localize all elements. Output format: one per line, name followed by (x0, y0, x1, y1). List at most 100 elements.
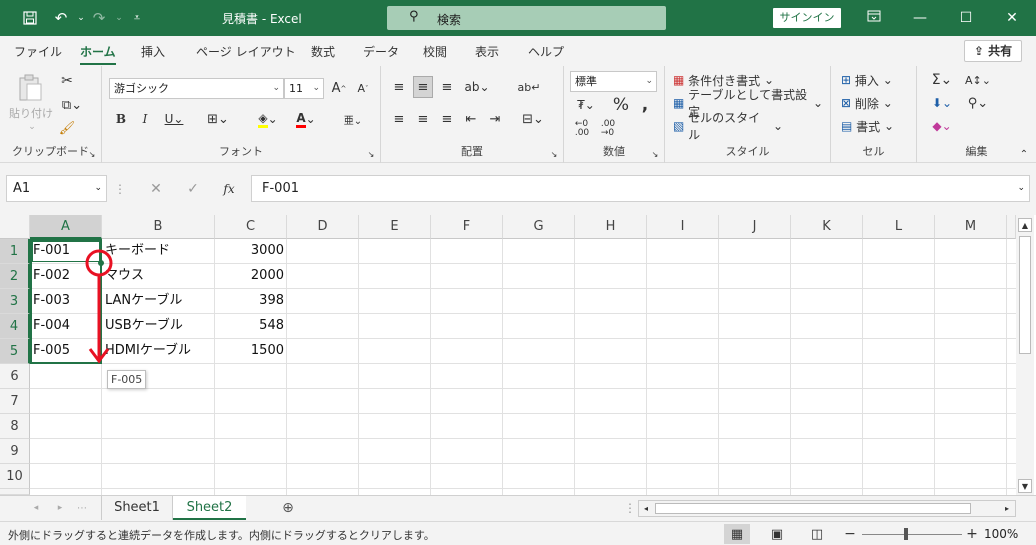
column-header-l[interactable]: L (863, 215, 935, 239)
fill-icon[interactable]: ⬇⌄ (927, 93, 957, 113)
cell-b3[interactable]: LANケーブル (102, 289, 215, 314)
column-header-m[interactable]: M (935, 215, 1007, 239)
cell-b1[interactable]: キーボード (102, 239, 215, 264)
number-format-combo[interactable]: 標準 ⌄ (570, 71, 657, 92)
customize-toolbar-icon[interactable]: ⩡ (126, 8, 148, 28)
row-header[interactable]: 2 (0, 264, 30, 289)
select-all-corner[interactable] (0, 215, 30, 239)
tab-help[interactable]: ヘルプ (528, 43, 564, 60)
font-launcher-icon[interactable]: ↘ (366, 149, 376, 159)
alignment-launcher-icon[interactable]: ↘ (549, 149, 559, 159)
bold-button[interactable]: B (111, 108, 131, 130)
row-header[interactable]: 9 (0, 439, 30, 464)
formula-input[interactable]: F-001 ⌄ (251, 175, 1030, 202)
tabs-more-icon[interactable]: ⋯ (77, 501, 87, 515)
zoom-in-icon[interactable]: + (966, 526, 978, 542)
scroll-down-icon[interactable]: ▼ (1018, 479, 1032, 493)
cancel-icon[interactable]: ✕ (146, 181, 166, 197)
tab-review[interactable]: 校閲 (423, 43, 447, 60)
vertical-scroll-thumb[interactable] (1019, 236, 1031, 354)
wrap-text-icon[interactable]: ab↵ (517, 76, 541, 98)
cell-c4[interactable]: 548 (215, 314, 287, 339)
column-header-c[interactable]: C (215, 215, 287, 239)
column-header-d[interactable]: D (287, 215, 359, 239)
save-icon[interactable] (19, 8, 41, 28)
align-middle-icon[interactable]: ≡ (413, 76, 433, 98)
row-header[interactable]: 8 (0, 414, 30, 439)
tab-data[interactable]: データ (363, 43, 399, 60)
column-header-j[interactable]: J (719, 215, 791, 239)
cell-c5[interactable]: 1500 (215, 339, 287, 364)
sheet-tab-sheet1[interactable]: Sheet1 (101, 496, 173, 520)
share-button[interactable]: ⇪ 共有 (964, 40, 1022, 62)
column-header-e[interactable]: E (359, 215, 431, 239)
cell-b5[interactable]: HDMIケーブル (102, 339, 215, 364)
decrease-decimal-icon[interactable]: .00 →0 (596, 118, 620, 140)
worksheet-grid[interactable]: A B C D E F G H I J K L M 1 2 3 4 5 6 7 … (0, 215, 1036, 495)
tab-insert[interactable]: 挿入 (141, 43, 165, 60)
column-header-b[interactable]: B (102, 215, 215, 239)
format-cells-button[interactable]: ▤ 書式 ⌄ (841, 116, 911, 136)
merge-center-icon[interactable]: ⊟⌄ (517, 108, 549, 130)
collapse-ribbon-icon[interactable]: ⌃ (1018, 148, 1030, 160)
italic-button[interactable]: I (135, 108, 155, 130)
page-break-view-icon[interactable]: ◫ (806, 524, 828, 544)
row-header[interactable]: 3 (0, 289, 30, 314)
increase-font-icon[interactable]: A ^ (329, 78, 349, 99)
row-header[interactable]: 10 (0, 464, 30, 489)
paste-dropdown-icon[interactable]: ⌄ (20, 121, 44, 133)
phonetic-icon[interactable]: 亜⌄ (338, 108, 368, 130)
maximize-icon[interactable]: ☐ (953, 8, 979, 28)
row-header[interactable]: 1 (0, 239, 30, 264)
align-top-icon[interactable]: ≡ (389, 76, 409, 98)
signin-button[interactable]: サインイン (773, 8, 841, 28)
number-launcher-icon[interactable]: ↘ (650, 149, 660, 159)
scroll-up-icon[interactable]: ▲ (1018, 218, 1032, 232)
row-header[interactable]: 5 (0, 339, 30, 364)
undo-icon[interactable]: ↶ (50, 8, 72, 28)
orientation-icon[interactable]: ab⌄ (462, 76, 492, 98)
clipboard-launcher-icon[interactable]: ↘ (87, 149, 97, 159)
align-bottom-icon[interactable]: ≡ (437, 76, 457, 98)
cell-c2[interactable]: 2000 (215, 264, 287, 289)
add-sheet-icon[interactable]: ⊕ (278, 499, 298, 517)
cell-c3[interactable]: 398 (215, 289, 287, 314)
cell-b4[interactable]: USBケーブル (102, 314, 215, 339)
cell-c1[interactable]: 3000 (215, 239, 287, 264)
currency-icon[interactable]: ₮⌄ (570, 94, 602, 116)
normal-view-icon[interactable]: ▦ (724, 524, 750, 544)
tab-home[interactable]: ホーム (80, 43, 116, 65)
scroll-tabs-left-icon[interactable]: ◂ (30, 501, 42, 515)
font-size-combo[interactable]: 11 ⌄ (284, 78, 324, 99)
enter-icon[interactable]: ✓ (183, 181, 203, 197)
underline-button[interactable]: U⌄ (159, 108, 189, 130)
name-box[interactable]: A1 ⌄ (6, 175, 107, 202)
insert-cells-button[interactable]: ⊞ 挿入 ⌄ (841, 70, 911, 90)
tab-view[interactable]: 表示 (475, 43, 499, 60)
cell-b2[interactable]: マウス (102, 264, 215, 289)
format-painter-icon[interactable]: 🖌 (57, 118, 77, 138)
minimize-icon[interactable]: — (907, 8, 933, 28)
vertical-scrollbar[interactable]: ▲ ▼ (1016, 215, 1034, 495)
search-box[interactable]: ⚲ 検索 (387, 6, 666, 30)
font-color-icon[interactable]: A ⌄ (289, 108, 323, 130)
clear-icon[interactable]: ◆⌄ (927, 116, 957, 136)
column-header-g[interactable]: G (503, 215, 575, 239)
column-header-h[interactable]: H (575, 215, 647, 239)
delete-cells-button[interactable]: ⊠ 削除 ⌄ (841, 93, 911, 113)
tab-file[interactable]: ファイル (14, 43, 62, 60)
drag-handle-icon[interactable]: ⋮ (114, 181, 126, 197)
decrease-font-icon[interactable]: Aˇ (353, 78, 373, 99)
scroll-right-icon[interactable]: ▸ (1001, 502, 1013, 515)
autosum-icon[interactable]: Σ⌄ (927, 70, 957, 90)
column-header-k[interactable]: K (791, 215, 863, 239)
column-header-i[interactable]: I (647, 215, 719, 239)
zoom-slider-thumb[interactable] (904, 528, 908, 540)
ribbon-display-icon[interactable] (861, 8, 887, 28)
insert-function-icon[interactable]: fx (219, 181, 239, 197)
column-header-a[interactable]: A (30, 215, 102, 239)
row-header[interactable]: 7 (0, 389, 30, 414)
zoom-level[interactable]: 100% (984, 527, 1018, 541)
align-center-icon[interactable]: ≡ (413, 108, 433, 130)
redo-icon[interactable]: ↷ (88, 8, 110, 28)
